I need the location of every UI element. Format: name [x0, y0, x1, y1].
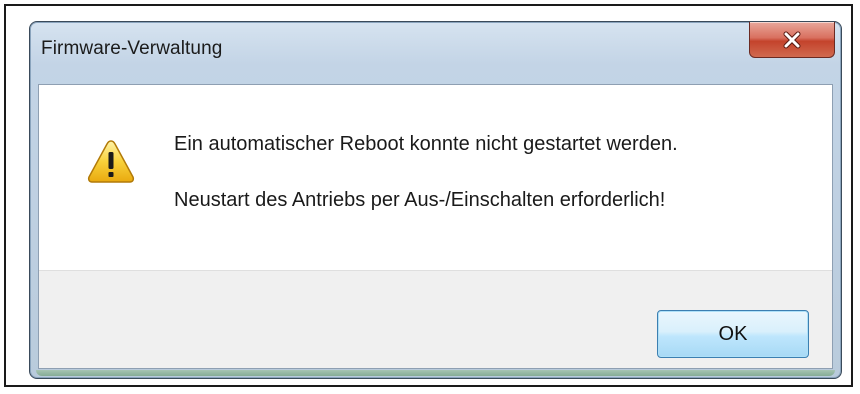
window-title: Firmware-Verwaltung: [41, 38, 223, 59]
message-line-1: Ein automatischer Reboot konnte nicht ge…: [174, 133, 678, 155]
message-area: Ein automatischer Reboot konnte nicht ge…: [39, 85, 832, 270]
close-button[interactable]: [749, 22, 835, 58]
button-bar: OK: [39, 270, 832, 368]
title-bar[interactable]: Firmware-Verwaltung: [30, 22, 841, 77]
warning-triangle-icon: [87, 139, 135, 183]
close-x-icon: [782, 31, 802, 49]
ok-button[interactable]: OK: [657, 310, 809, 358]
message-dialog: Firmware-Verwaltung Ein automatischer Re…: [29, 21, 842, 379]
message-line-2: Neustart des Antriebs per Aus-/Einschalt…: [174, 189, 666, 211]
dialog-client-area: Ein automatischer Reboot konnte nicht ge…: [38, 84, 833, 369]
